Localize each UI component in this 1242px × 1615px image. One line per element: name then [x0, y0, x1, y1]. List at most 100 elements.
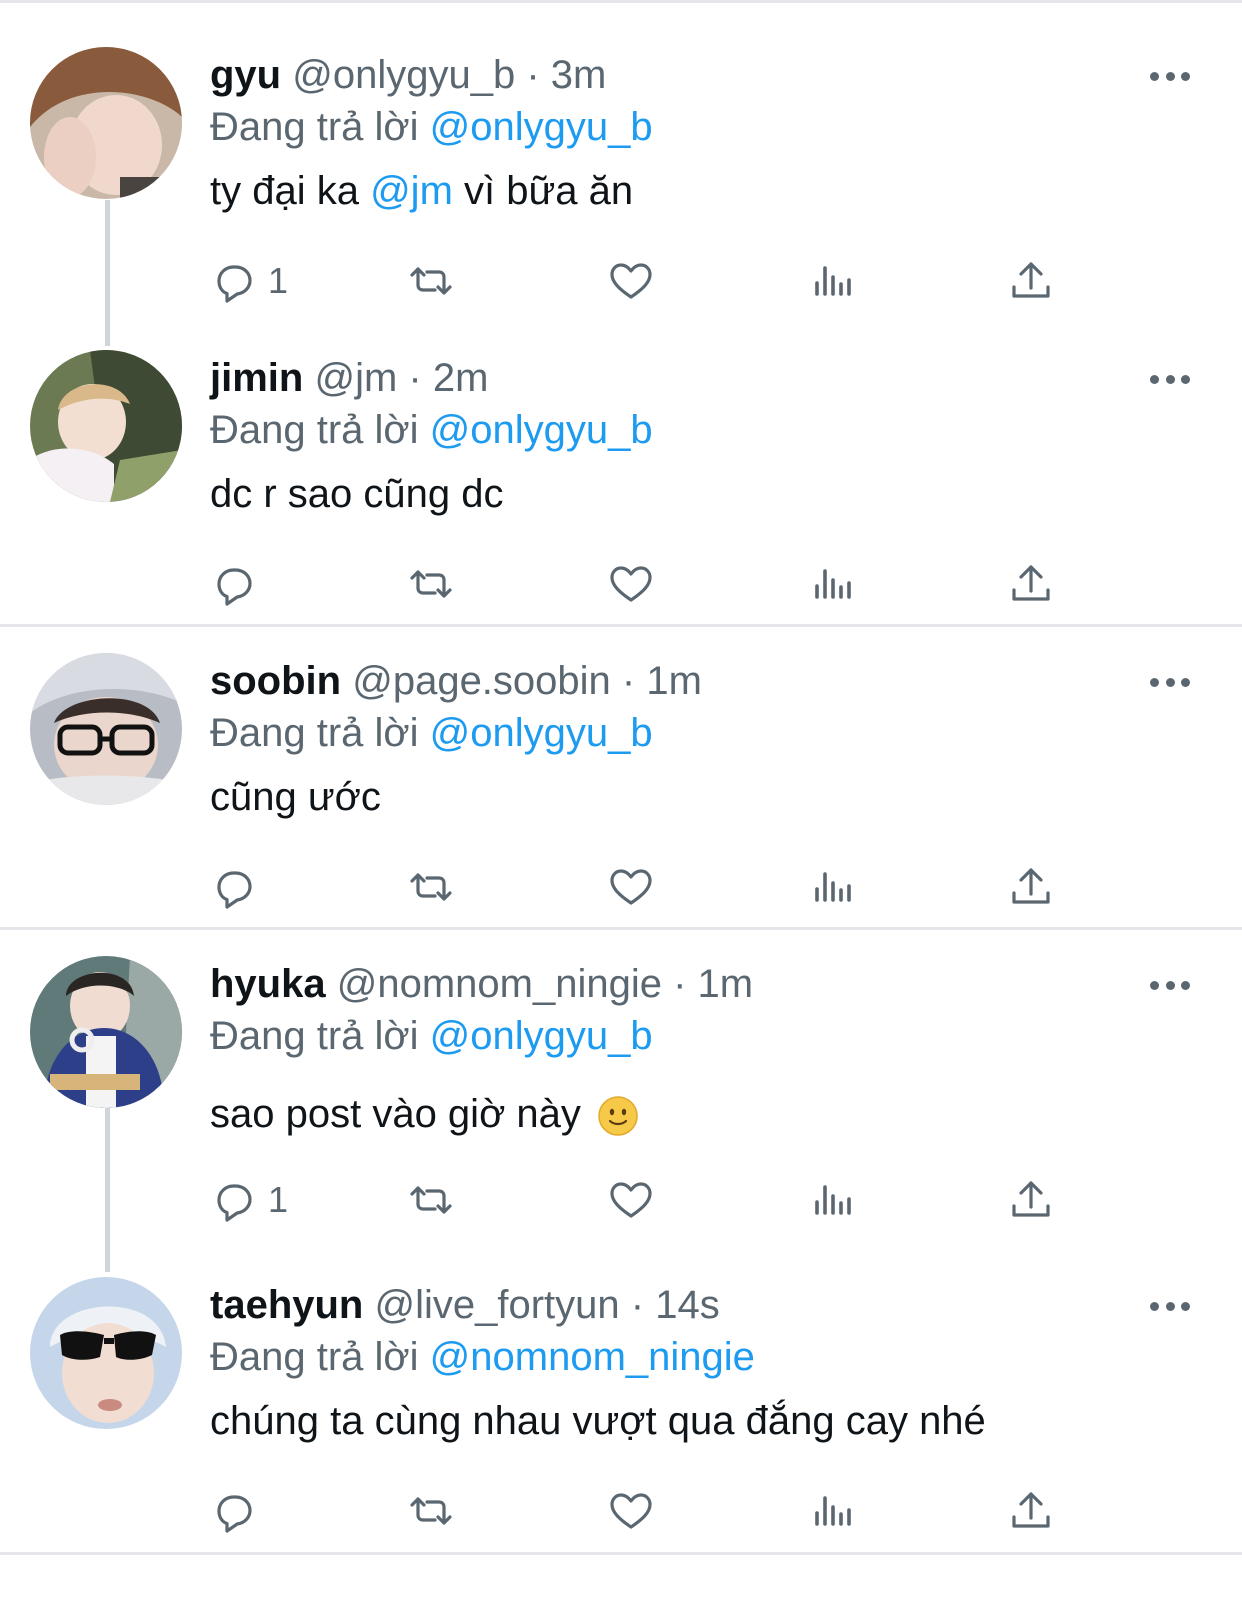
timestamp[interactable]: 1m	[698, 962, 754, 1006]
retweet-icon	[410, 1497, 452, 1525]
timestamp[interactable]: 1m	[646, 659, 702, 703]
views-bar-chart-icon	[815, 266, 851, 296]
timestamp[interactable]: 3m	[551, 53, 607, 97]
replying-to: Đang trả lời @nomnom_ningie	[210, 1329, 755, 1385]
tweet-header: hyuka @nomnom_ningie · 1m	[210, 956, 753, 1012]
avatar[interactable]	[30, 350, 182, 502]
retweet-icon	[410, 1186, 452, 1214]
tweet-mention[interactable]: @jm	[370, 169, 453, 213]
tweet-header: taehyun @live_fortyun · 14s	[210, 1277, 720, 1333]
avatar[interactable]	[30, 956, 182, 1108]
tweet-gyu[interactable]: gyu @onlygyu_b · 3m Đang trả lời @onlygy…	[0, 3, 1242, 303]
more-horizontal-icon[interactable]	[1150, 1299, 1190, 1313]
like-button[interactable]	[606, 253, 656, 309]
heart-icon	[610, 566, 652, 602]
action-bar	[208, 859, 1108, 915]
replying-to-label: Đang trả lời	[210, 1014, 419, 1058]
share-button[interactable]	[1006, 556, 1056, 612]
like-button[interactable]	[606, 1483, 656, 1539]
avatar[interactable]	[30, 653, 182, 805]
views-bar-chart-icon	[815, 1185, 851, 1215]
views-button[interactable]	[806, 859, 856, 915]
reply-button[interactable]	[208, 859, 268, 915]
replying-to-label: Đang trả lời	[210, 105, 419, 149]
timestamp[interactable]: 14s	[655, 1283, 720, 1327]
display-name[interactable]: hyuka	[210, 962, 326, 1006]
tweet-hyuka[interactable]: hyuka @nomnom_ningie · 1m Đang trả lời @…	[0, 912, 1242, 1222]
replying-to-mention[interactable]: @onlygyu_b	[430, 1014, 653, 1058]
like-button[interactable]	[606, 859, 656, 915]
replying-to-mention[interactable]: @onlygyu_b	[430, 711, 653, 755]
retweet-button[interactable]	[406, 859, 456, 915]
share-button[interactable]	[1006, 1483, 1056, 1539]
like-button[interactable]	[606, 1172, 656, 1228]
tweet-header: soobin @page.soobin · 1m	[210, 653, 702, 709]
tweet-soobin[interactable]: soobin @page.soobin · 1m Đang trả lời @o…	[0, 609, 1242, 909]
views-button[interactable]	[806, 1483, 856, 1539]
retweet-button[interactable]	[406, 1483, 456, 1539]
retweet-button[interactable]	[406, 253, 456, 309]
more-horizontal-icon[interactable]	[1150, 978, 1190, 992]
retweet-icon	[410, 267, 452, 295]
views-bar-chart-icon	[815, 872, 851, 902]
share-upload-icon	[1012, 1492, 1050, 1528]
replying-to-mention[interactable]: @onlygyu_b	[430, 105, 653, 149]
display-name[interactable]: taehyun	[210, 1283, 363, 1327]
action-bar	[208, 556, 1108, 612]
share-upload-icon	[1012, 1181, 1050, 1217]
heart-icon	[610, 869, 652, 905]
replying-to-mention[interactable]: @onlygyu_b	[430, 408, 653, 452]
replying-to-label: Đang trả lời	[210, 408, 419, 452]
retweet-icon	[410, 570, 452, 598]
views-button[interactable]	[806, 556, 856, 612]
retweet-icon	[410, 873, 452, 901]
avatar[interactable]	[30, 47, 182, 199]
display-name[interactable]: jimin	[210, 356, 303, 400]
views-button[interactable]	[806, 253, 856, 309]
replying-to: Đang trả lời @onlygyu_b	[210, 402, 653, 458]
timestamp[interactable]: 2m	[433, 356, 489, 400]
share-upload-icon	[1012, 868, 1050, 904]
reply-button[interactable]	[208, 1483, 268, 1539]
more-horizontal-icon[interactable]	[1150, 675, 1190, 689]
share-button[interactable]	[1006, 253, 1056, 309]
user-handle[interactable]: @nomnom_ningie	[337, 962, 662, 1006]
reply-button[interactable]	[208, 556, 268, 612]
views-button[interactable]	[806, 1172, 856, 1228]
tweet-text-part: vì bữa ăn	[452, 169, 634, 213]
retweet-button[interactable]	[406, 556, 456, 612]
replying-to: Đang trả lời @onlygyu_b	[210, 705, 653, 761]
user-handle[interactable]: @page.soobin	[352, 659, 611, 703]
tweet-text-part: ty đại ka	[210, 169, 371, 213]
share-button[interactable]	[1006, 859, 1056, 915]
replying-to: Đang trả lời @onlygyu_b	[210, 1008, 653, 1064]
display-name[interactable]: soobin	[210, 659, 341, 703]
separator-dot: ·	[630, 1283, 645, 1327]
slightly-smiling-face-icon	[598, 1096, 638, 1137]
replying-to-label: Đang trả lời	[210, 1335, 419, 1379]
more-horizontal-icon[interactable]	[1150, 372, 1190, 386]
user-handle[interactable]: @live_fortyun	[374, 1283, 619, 1327]
user-handle[interactable]: @onlygyu_b	[292, 53, 515, 97]
share-upload-icon	[1012, 565, 1050, 601]
tweet-text: sao post vào giờ này	[210, 1086, 638, 1142]
replying-to-mention[interactable]: @nomnom_ningie	[430, 1335, 755, 1379]
avatar[interactable]	[30, 1277, 182, 1429]
reply-bubble-icon	[217, 1184, 252, 1222]
action-bar: 1	[208, 1172, 1108, 1228]
reply-button[interactable]: 1	[208, 253, 288, 309]
like-button[interactable]	[606, 556, 656, 612]
reply-button[interactable]: 1	[208, 1172, 288, 1228]
views-bar-chart-icon	[815, 569, 851, 599]
tweet-jimin[interactable]: jimin @jm · 2m Đang trả lời @onlygyu_b d…	[0, 306, 1242, 606]
bottom-divider	[0, 1552, 1242, 1555]
share-button[interactable]	[1006, 1172, 1056, 1228]
reply-bubble-icon	[217, 1495, 252, 1533]
display-name[interactable]: gyu	[210, 53, 281, 97]
reply-bubble-icon	[217, 871, 252, 909]
reply-count: 1	[268, 260, 289, 301]
tweet-taehyun[interactable]: taehyun @live_fortyun · 14s Đang trả lời…	[0, 1233, 1242, 1533]
more-horizontal-icon[interactable]	[1150, 69, 1190, 83]
retweet-button[interactable]	[406, 1172, 456, 1228]
user-handle[interactable]: @jm	[314, 356, 397, 400]
